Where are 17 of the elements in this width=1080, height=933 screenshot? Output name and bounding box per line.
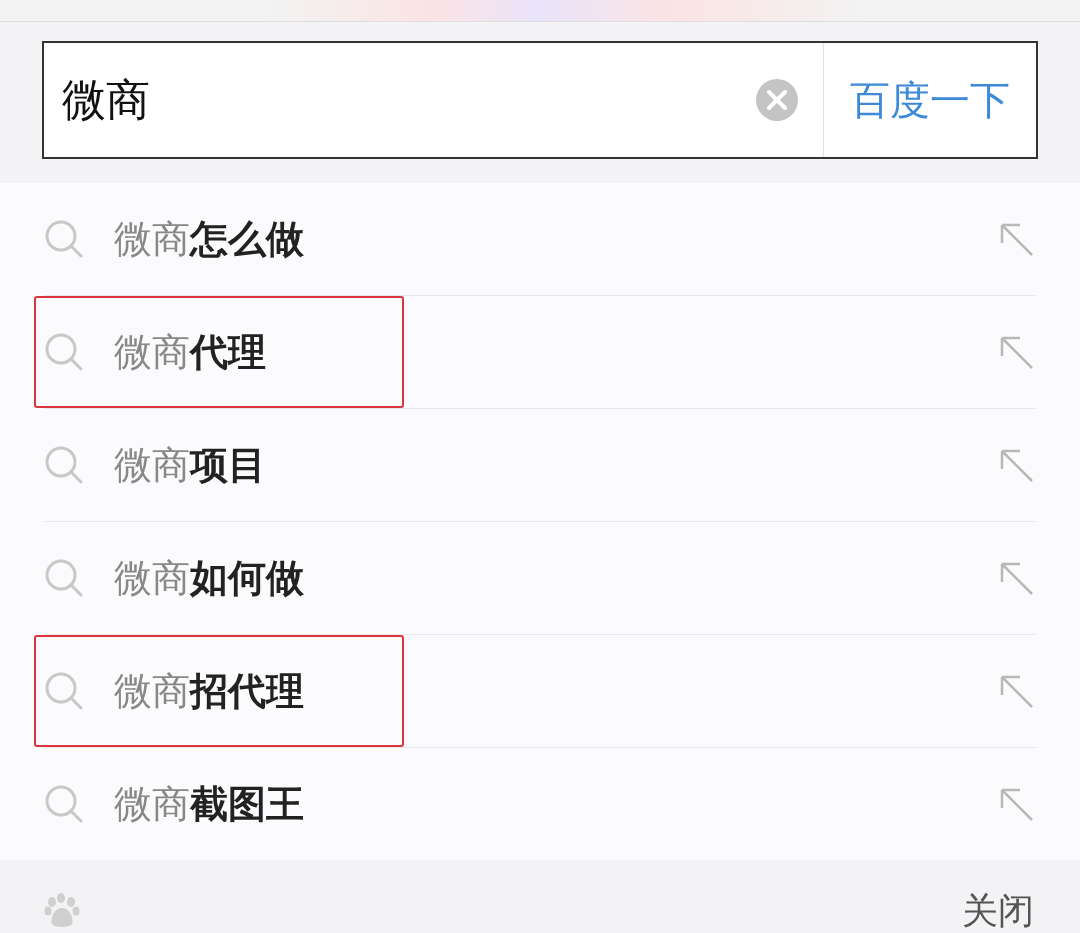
suggestion-text[interactable]: 微商如何做	[114, 552, 996, 604]
clear-icon[interactable]	[755, 78, 799, 123]
search-icon	[44, 558, 84, 598]
search-icon	[44, 445, 84, 485]
suggestion-text[interactable]: 微商招代理	[114, 665, 996, 717]
suggestion-text[interactable]: 微商项目	[114, 439, 996, 491]
search-field[interactable]: 微商 百度一下	[42, 41, 1038, 160]
paw-icon	[44, 892, 80, 929]
search-icon	[44, 784, 84, 824]
search-input[interactable]: 微商	[44, 42, 755, 159]
suggestion-text[interactable]: 微商截图王	[114, 778, 996, 830]
close-button[interactable]: 关闭	[962, 887, 1034, 933]
search-icon	[44, 671, 84, 711]
search-icon	[44, 332, 84, 372]
search-icon	[44, 219, 84, 259]
suggestion-text[interactable]: 微商代理	[114, 326, 996, 378]
suggestion-text[interactable]: 微商怎么做	[114, 213, 996, 265]
